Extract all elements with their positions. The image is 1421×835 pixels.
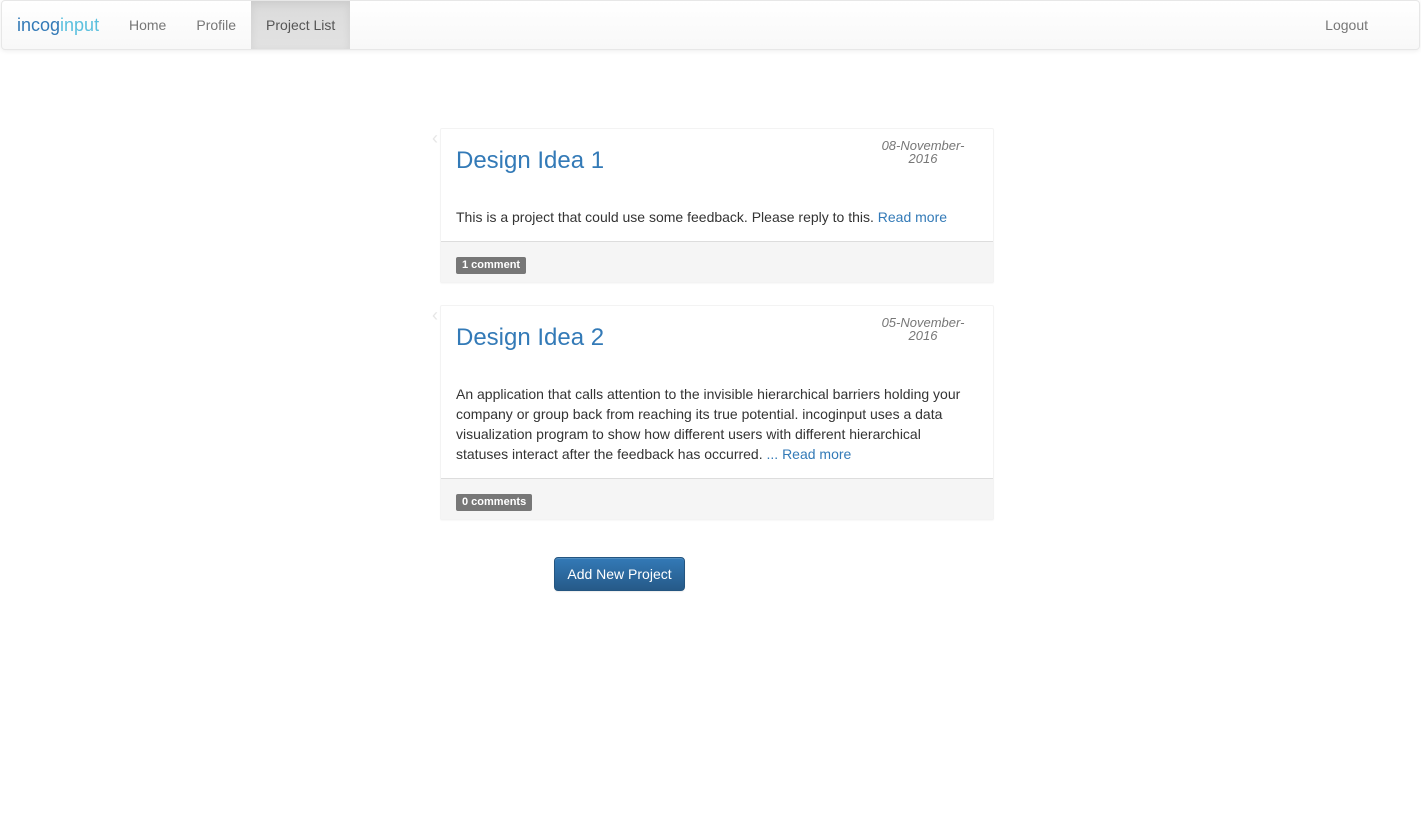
add-new-project-button[interactable]: Add New Project: [554, 557, 685, 591]
project-title-link[interactable]: Design Idea 1: [456, 147, 604, 175]
project-date-line2: 2016: [908, 328, 938, 343]
project-card: ‹ Design Idea 2 05-November- 2016 An app…: [432, 305, 994, 520]
brand-text-part1: incog: [17, 15, 61, 35]
project-date: 08-November- 2016: [878, 139, 968, 165]
project-body: Design Idea 2 05-November- 2016 An appli…: [441, 306, 993, 478]
nav-home[interactable]: Home: [114, 1, 181, 49]
project-description: An application that calls attention to t…: [456, 384, 976, 464]
logout-link[interactable]: Logout: [1310, 1, 1383, 49]
nav-profile[interactable]: Profile: [181, 1, 251, 49]
nav-links: Home Profile Project List: [114, 1, 351, 49]
project-footer: 0 comments: [441, 478, 993, 519]
project-list: ‹ Design Idea 1 08-November- 2016 This i…: [432, 128, 994, 542]
brand-logo[interactable]: incoginput: [17, 1, 99, 49]
project-description: This is a project that could use some fe…: [456, 207, 976, 227]
project-description-text: An application that calls attention to t…: [456, 386, 961, 462]
project-description-text: This is a project that could use some fe…: [456, 209, 874, 225]
nav-project-list[interactable]: Project List: [251, 1, 351, 49]
brand-text-part2: input: [60, 15, 100, 35]
comments-badge[interactable]: 0 comments: [456, 494, 533, 511]
project-title-link[interactable]: Design Idea 2: [456, 324, 604, 352]
chevron-left-icon: ‹: [432, 305, 438, 325]
project-card: ‹ Design Idea 1 08-November- 2016 This i…: [432, 128, 994, 283]
read-more-link[interactable]: Read more: [878, 209, 947, 225]
project-body: Design Idea 1 08-November- 2016 This is …: [441, 129, 993, 241]
project-date: 05-November- 2016: [878, 316, 968, 342]
comments-badge[interactable]: 1 comment: [456, 257, 527, 274]
chevron-left-icon: ‹: [432, 128, 438, 148]
project-footer: 1 comment: [441, 241, 993, 282]
read-more-link[interactable]: ... Read more: [767, 446, 852, 462]
top-navbar: incoginput Home Profile Project List Log…: [1, 0, 1420, 50]
nav-right: Logout: [1310, 1, 1383, 49]
project-date-line2: 2016: [908, 151, 938, 166]
